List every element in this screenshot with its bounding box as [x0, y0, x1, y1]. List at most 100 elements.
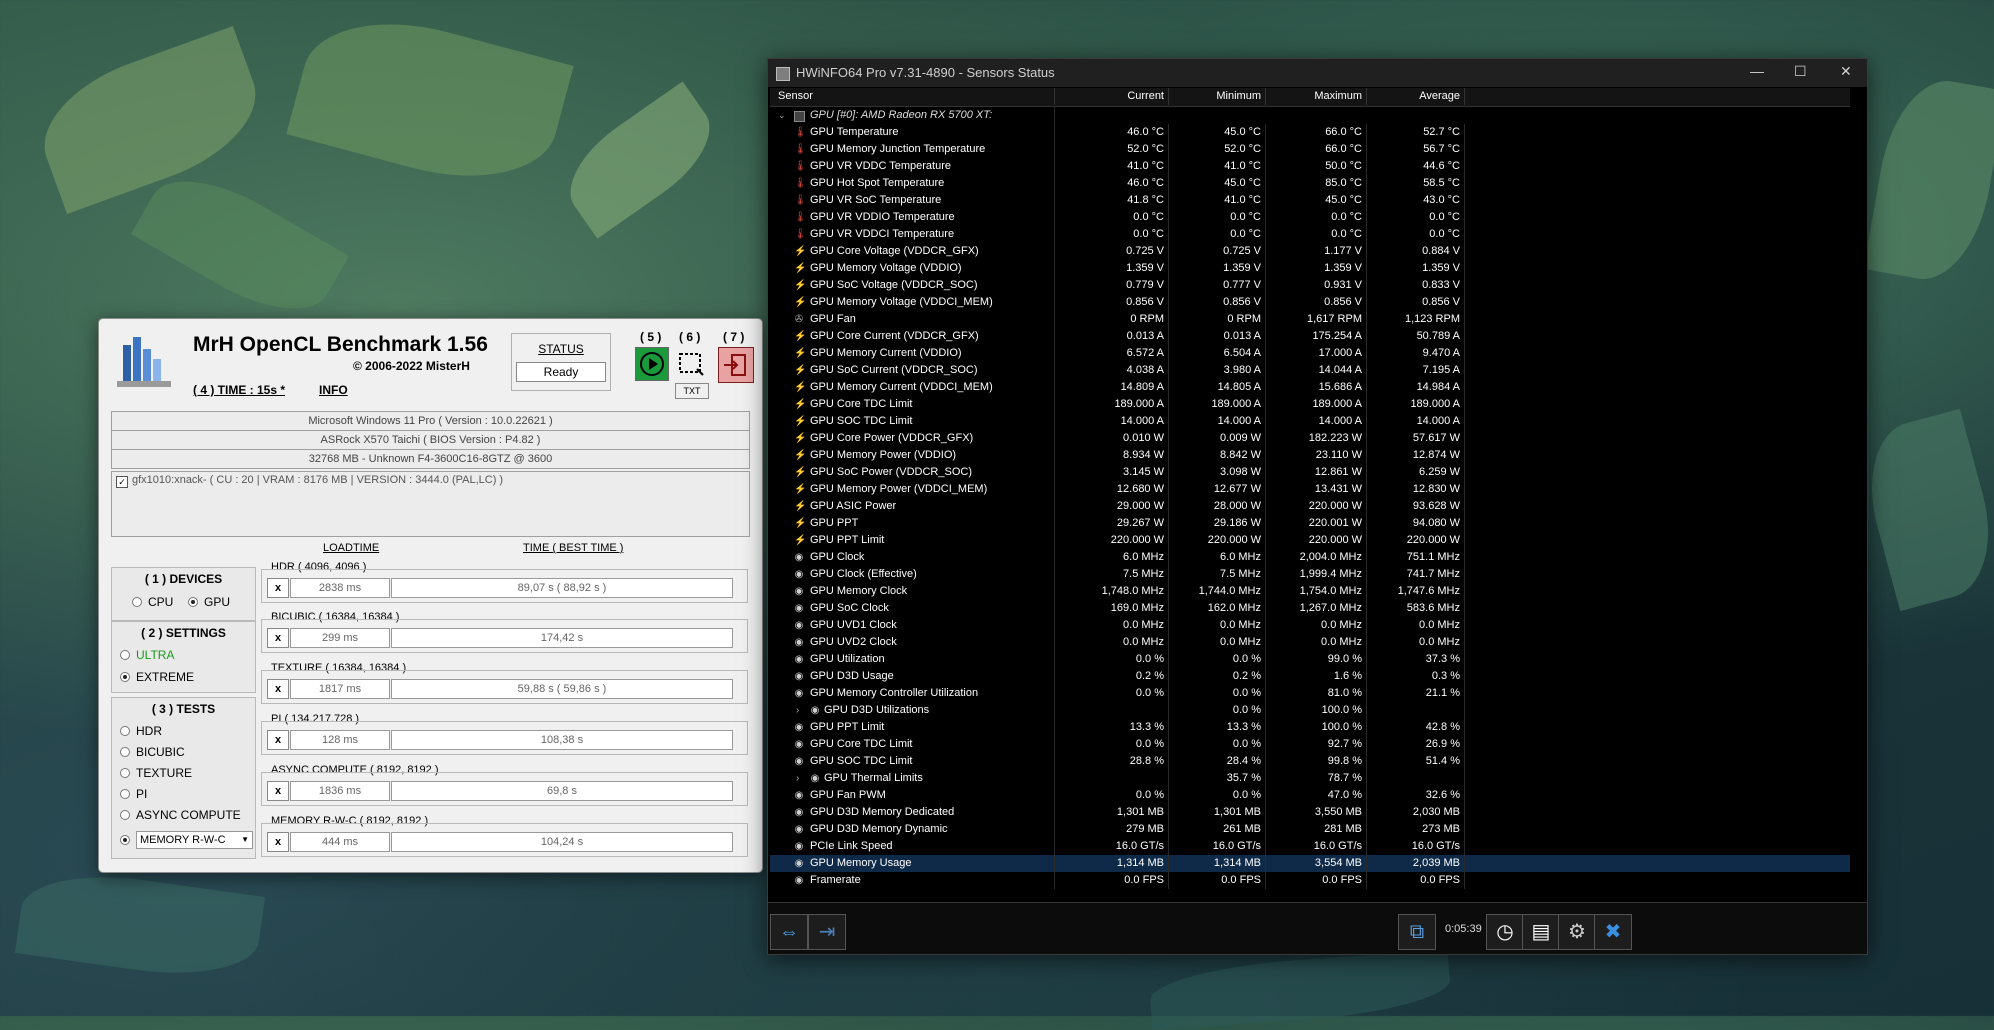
- sensor-row[interactable]: ◉ GPU Fan PWM 0.0 % 0.0 % 47.0 % 32.6 %: [770, 787, 1850, 804]
- hwinfo-titlebar[interactable]: HWiNFO64 Pro v7.31-4890 - Sensors Status…: [768, 59, 1867, 87]
- sensor-row[interactable]: ⚡ GPU PPT 29.267 W 29.186 W 220.001 W 94.080 …: [770, 515, 1850, 532]
- sensor-row[interactable]: ⚡ GPU Core Power (VDDCR_GFX) 0.010 W 0.009 …: [770, 430, 1850, 447]
- result-clear-button[interactable]: x: [267, 679, 289, 699]
- sensor-row[interactable]: ⚡ GPU ASIC Power 29.000 W 28.000 W 220.000 W…: [770, 498, 1850, 515]
- sensor-row[interactable]: ◉ GPU UVD2 Clock 0.0 MHz 0.0 MHz 0.0 MHz 0.0 …: [770, 634, 1850, 651]
- sensor-row[interactable]: ⚡ GPU Memory Voltage (VDDIO) 1.359 V 1.359 …: [770, 260, 1850, 277]
- header-average[interactable]: Average: [1367, 88, 1465, 105]
- sensor-current: 7.5 MHz: [1055, 566, 1169, 583]
- sensor-minimum: 0.0 %: [1169, 787, 1266, 804]
- sensor-row[interactable]: 🌡 GPU Memory Junction Temperature 52.0 °C 5…: [770, 141, 1850, 158]
- sensor-row[interactable]: 🌡 GPU Hot Spot Temperature 46.0 °C 45.0 °C 8…: [770, 175, 1850, 192]
- sensor-row[interactable]: ◉ GPU Memory Controller Utilization 0.0 % 0…: [770, 685, 1850, 702]
- sensor-row[interactable]: ⚡ GPU Core Current (VDDCR_GFX) 0.013 A 0.01…: [770, 328, 1850, 345]
- sensor-row[interactable]: ◉ GPU Memory Usage 1,314 MB 1,314 MB 3,554 M…: [770, 855, 1850, 872]
- sensor-average: 0.884 V: [1367, 243, 1465, 260]
- sensor-row[interactable]: ◉ GPU SOC TDC Limit 28.8 % 28.4 % 99.8 % 51.4…: [770, 753, 1850, 770]
- result-time: 89,07 s ( 88,92 s ): [391, 578, 733, 598]
- test-select[interactable]: MEMORY R-W-C ▼: [136, 831, 253, 849]
- sensor-row[interactable]: ◉ GPU UVD1 Clock 0.0 MHz 0.0 MHz 0.0 MHz 0.0 …: [770, 617, 1850, 634]
- test-radio-hdr[interactable]: HDR: [120, 724, 162, 738]
- collapse-arrows-button[interactable]: ⇥: [808, 914, 846, 950]
- settings-button[interactable]: ⚙: [1558, 914, 1596, 950]
- sensor-row[interactable]: › ◉ GPU D3D Utilizations 0.0 % 100.0 %: [770, 702, 1850, 719]
- sensor-row[interactable]: › ◉ GPU Thermal Limits 35.7 % 78.7 %: [770, 770, 1850, 787]
- exit-button[interactable]: [718, 347, 754, 383]
- app-logo-icon: [117, 331, 171, 389]
- header-maximum[interactable]: Maximum: [1266, 88, 1367, 105]
- network-button[interactable]: ⧉: [1398, 914, 1436, 950]
- close-sensors-button[interactable]: ✖: [1594, 914, 1632, 950]
- sensor-row[interactable]: ⚡ GPU Memory Current (VDDIO) 6.572 A 6.504 …: [770, 345, 1850, 362]
- test-radio-bicubic[interactable]: BICUBIC: [120, 745, 185, 759]
- header-current[interactable]: Current: [1055, 88, 1169, 105]
- sensor-current: 29.267 W: [1055, 515, 1169, 532]
- sensor-row[interactable]: ⚡ GPU Memory Power (VDDIO) 8.934 W 8.842 W2…: [770, 447, 1850, 464]
- screenshot-button[interactable]: [675, 347, 707, 379]
- sensor-row[interactable]: ◉ GPU Utilization 0.0 % 0.0 % 99.0 % 37.3 %: [770, 651, 1850, 668]
- result-clear-button[interactable]: x: [267, 781, 289, 801]
- sensor-row[interactable]: ⚡ GPU SoC Current (VDDCR_SOC) 4.038 A 3.980…: [770, 362, 1850, 379]
- sensor-row[interactable]: 🌡 GPU Temperature 46.0 °C 45.0 °C 66.0 °C 52.…: [770, 124, 1850, 141]
- ultra-radio[interactable]: ULTRA: [120, 648, 174, 662]
- sensor-maximum: 0.856 V: [1266, 294, 1367, 311]
- txt-export-button[interactable]: TXT: [675, 383, 709, 399]
- time-link[interactable]: ( 4 ) TIME : 15s *: [193, 383, 285, 397]
- sensor-row[interactable]: ⚡ GPU SoC Voltage (VDDCR_SOC) 0.779 V 0.777…: [770, 277, 1850, 294]
- result-clear-button[interactable]: x: [267, 730, 289, 750]
- sensor-row[interactable]: ⚡ GPU Memory Power (VDDCI_MEM) 12.680 W 12.…: [770, 481, 1850, 498]
- sensor-row[interactable]: 🌡 GPU VR VDDIO Temperature 0.0 °C 0.0 °C 0.0…: [770, 209, 1850, 226]
- info-link[interactable]: INFO: [319, 383, 348, 397]
- sensor-row[interactable]: ◉ PCIe Link Speed 16.0 GT/s 16.0 GT/s 16.0 G…: [770, 838, 1850, 855]
- sensor-row[interactable]: ⚡ GPU SOC TDC Limit 14.000 A 14.000 A 14.000…: [770, 413, 1850, 430]
- log-button[interactable]: ▤: [1522, 914, 1560, 950]
- extreme-label: EXTREME: [136, 670, 195, 684]
- extreme-radio[interactable]: EXTREME: [120, 670, 194, 684]
- sensor-row[interactable]: ◉ GPU Clock (Effective) 7.5 MHz 7.5 MHz 1,99…: [770, 566, 1850, 583]
- clock-button[interactable]: ◷: [1486, 914, 1524, 950]
- sensor-group-row[interactable]: ⌄ GPU [#0]: AMD Radeon RX 5700 XT:: [770, 107, 1850, 124]
- test-radio-memory[interactable]: MEMORY R-W-C ▼: [120, 831, 253, 849]
- sensor-row[interactable]: 🌡 GPU VR VDDCI Temperature 0.0 °C 0.0 °C 0.0…: [770, 226, 1850, 243]
- sensor-row[interactable]: 🌡 GPU VR SoC Temperature 41.8 °C 41.0 °C 45.…: [770, 192, 1850, 209]
- sensor-row[interactable]: ◉ GPU Memory Clock 1,748.0 MHz 1,744.0 MHz 1…: [770, 583, 1850, 600]
- sensor-minimum: 52.0 °C: [1169, 141, 1266, 158]
- result-clear-button[interactable]: x: [267, 578, 289, 598]
- sensor-maximum: 23.110 W: [1266, 447, 1367, 464]
- sensor-current: 52.0 °C: [1055, 141, 1169, 158]
- header-minimum[interactable]: Minimum: [1169, 88, 1266, 105]
- test-radio-async[interactable]: ASYNC COMPUTE: [120, 808, 241, 822]
- header-sensor[interactable]: Sensor: [770, 88, 1055, 105]
- sensor-row[interactable]: ◉ GPU D3D Memory Dedicated 1,301 MB 1,301 M…: [770, 804, 1850, 821]
- sensor-table-header: Sensor Current Minimum Maximum Average: [770, 88, 1850, 107]
- sensor-row[interactable]: ◉ GPU D3D Usage 0.2 % 0.2 % 1.6 % 0.3 %: [770, 668, 1850, 685]
- maximize-icon[interactable]: ☐: [1794, 63, 1807, 80]
- sensor-row[interactable]: ⚡ GPU Core Voltage (VDDCR_GFX) 0.725 V 0.72…: [770, 243, 1850, 260]
- test-radio-pi[interactable]: PI: [120, 787, 147, 801]
- device-checkbox[interactable]: ✓: [116, 476, 128, 488]
- sensor-row[interactable]: ◉ GPU D3D Memory Dynamic 279 MB 261 MB 281 M…: [770, 821, 1850, 838]
- test-radio-texture[interactable]: TEXTURE: [120, 766, 192, 780]
- sensor-row[interactable]: ⚡ GPU SoC Power (VDDCR_SOC) 3.145 W 3.098 W…: [770, 464, 1850, 481]
- sensor-row[interactable]: ⚡ GPU Core TDC Limit 189.000 A 189.000 A 189…: [770, 396, 1850, 413]
- gpu-radio[interactable]: GPU: [188, 595, 230, 609]
- result-clear-button[interactable]: x: [267, 832, 289, 852]
- result-clear-button[interactable]: x: [267, 628, 289, 648]
- device-list[interactable]: ✓ gfx1010:xnack- ( CU : 20 | VRAM : 8176…: [111, 471, 750, 537]
- close-icon[interactable]: ✕: [1840, 63, 1852, 80]
- sensor-row[interactable]: ⚡ GPU PPT Limit 220.000 W 220.000 W 220.000 …: [770, 532, 1850, 549]
- sensor-row[interactable]: ⚡ GPU Memory Current (VDDCI_MEM) 14.809 A1…: [770, 379, 1850, 396]
- sensor-row[interactable]: ✇ GPU Fan 0 RPM 0 RPM 1,617 RPM 1,123 RPM: [770, 311, 1850, 328]
- expand-arrows-button[interactable]: ⇔: [770, 914, 808, 950]
- sensor-row[interactable]: ◉ GPU Core TDC Limit 0.0 % 0.0 % 92.7 % 26.9 …: [770, 736, 1850, 753]
- sensor-row[interactable]: ◉ Framerate 0.0 FPS 0.0 FPS 0.0 FPS 0.0 FPS: [770, 872, 1850, 889]
- start-benchmark-button[interactable]: [635, 347, 669, 381]
- sensor-row[interactable]: 🌡 GPU VR VDDC Temperature 41.0 °C 41.0 °C 50…: [770, 158, 1850, 175]
- minimize-icon[interactable]: —: [1750, 63, 1764, 79]
- cpu-radio[interactable]: CPU: [132, 595, 173, 609]
- sensor-row[interactable]: ⚡ GPU Memory Voltage (VDDCI_MEM) 0.856 V 0.…: [770, 294, 1850, 311]
- sensor-row[interactable]: ◉ GPU SoC Clock 169.0 MHz 162.0 MHz 1,267.0 …: [770, 600, 1850, 617]
- sensor-row[interactable]: ◉ GPU PPT Limit 13.3 % 13.3 % 100.0 % 42.8 %: [770, 719, 1850, 736]
- sensor-row[interactable]: ◉ GPU Clock 6.0 MHz 6.0 MHz 2,004.0 MHz 751.1…: [770, 549, 1850, 566]
- sensor-average: 0.3 %: [1367, 668, 1465, 685]
